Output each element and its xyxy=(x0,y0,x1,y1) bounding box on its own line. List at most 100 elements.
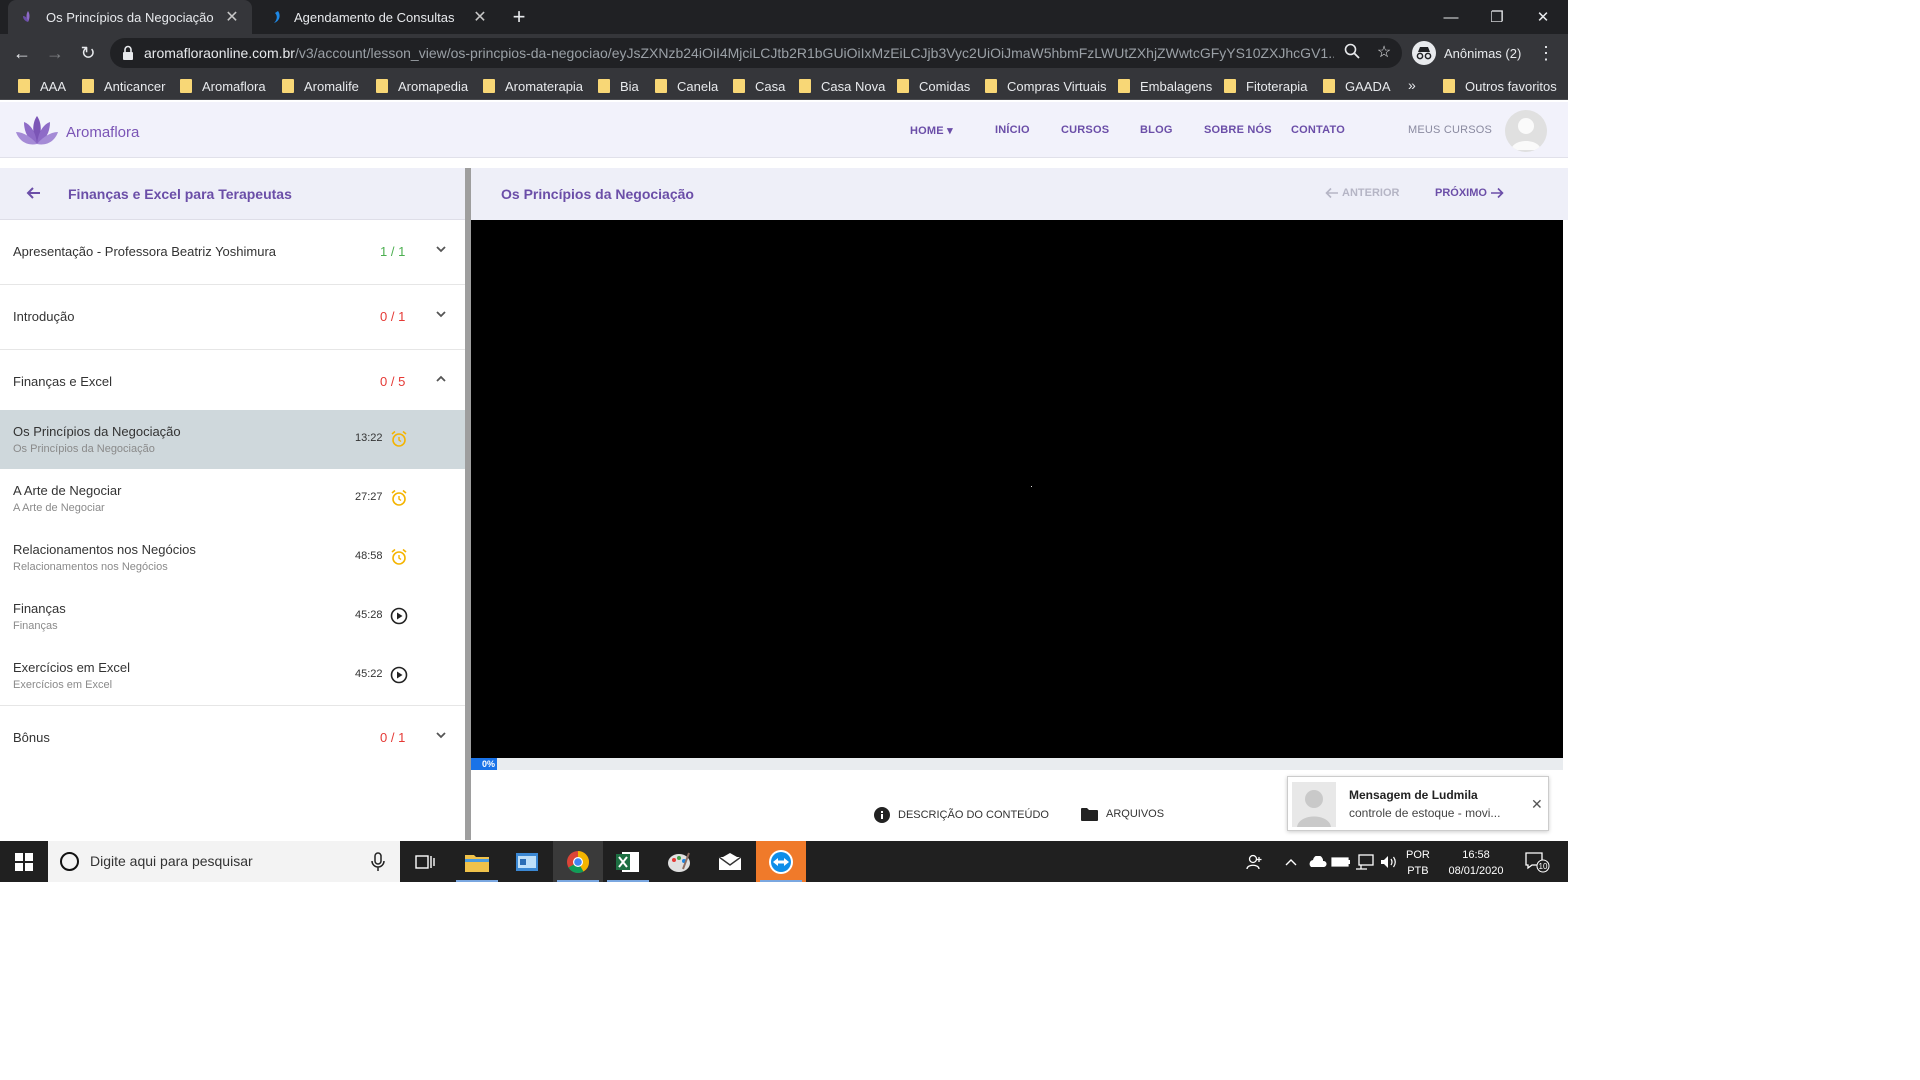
address-bar[interactable]: aromafloraonline.com.br/v3/account/lesso… xyxy=(110,38,1402,68)
bookmark-folder[interactable]: Canela xyxy=(655,77,718,95)
section-introducao[interactable]: Introdução 0 / 1 xyxy=(0,285,466,350)
lesson-title: A Arte de Negociar xyxy=(13,483,122,498)
chevron-down-icon[interactable] xyxy=(434,242,450,258)
new-tab-button[interactable]: + xyxy=(506,4,532,30)
bookmark-folder[interactable]: AAA xyxy=(18,77,66,95)
bookmark-folder[interactable]: Aromaterapia xyxy=(483,77,583,95)
message-notification[interactable]: Mensagem de Ludmila controle de estoque … xyxy=(1287,776,1549,831)
browser-tab[interactable]: Agendamento de Consultas ✕ xyxy=(256,0,500,34)
section-financas-excel[interactable]: Finanças e Excel 0 / 5 xyxy=(0,350,466,410)
close-icon[interactable]: ✕ xyxy=(1531,796,1543,813)
bookmark-folder[interactable]: Aromaflora xyxy=(180,77,266,95)
file-explorer-icon[interactable] xyxy=(452,841,502,882)
user-avatar[interactable] xyxy=(1505,110,1547,152)
tab-content-description[interactable]: DESCRIÇÃO DO CONTEÚDO xyxy=(874,807,1049,823)
excel-icon[interactable] xyxy=(603,841,653,882)
onedrive-icon[interactable] xyxy=(1306,841,1328,882)
input-language-indicator[interactable]: POR PTB xyxy=(1406,847,1430,879)
bookmark-folder[interactable]: Compras Virtuais xyxy=(985,77,1106,95)
tab-files[interactable]: ARQUIVOS xyxy=(1081,807,1164,821)
close-tab-icon[interactable]: ✕ xyxy=(224,7,240,27)
folder-icon xyxy=(180,79,192,93)
site-logo[interactable]: Aromaflora xyxy=(14,114,139,150)
microphone-icon[interactable] xyxy=(370,852,386,872)
nav-meus-cursos[interactable]: MEUS CURSOS xyxy=(1408,124,1492,136)
bookmark-folder[interactable]: Anticancer xyxy=(82,77,165,95)
lesson-item[interactable]: Finanças Finanças 45:28 xyxy=(0,587,466,646)
lesson-item[interactable]: A Arte de Negociar A Arte de Negociar 27… xyxy=(0,469,466,528)
nav-cursos[interactable]: CURSOS xyxy=(1061,124,1109,136)
chevron-up-icon[interactable] xyxy=(434,372,450,388)
zoom-icon[interactable] xyxy=(1342,43,1362,63)
notification-message: controle de estoque - movi... xyxy=(1349,806,1501,820)
bookmark-folder[interactable]: Embalagens xyxy=(1118,77,1212,95)
video-player[interactable] xyxy=(471,220,1563,758)
bookmark-folder[interactable]: Aromapedia xyxy=(376,77,468,95)
bookmark-folder[interactable]: Casa xyxy=(733,77,785,95)
back-arrow-icon[interactable] xyxy=(24,183,44,203)
next-button[interactable]: PRÓXIMO xyxy=(1435,187,1504,199)
battery-icon[interactable] xyxy=(1330,841,1352,882)
people-icon[interactable] xyxy=(1244,841,1266,882)
back-icon[interactable]: ← xyxy=(8,39,36,67)
volume-icon[interactable] xyxy=(1378,841,1400,882)
bookmark-folder[interactable]: Casa Nova xyxy=(799,77,885,95)
close-tab-icon[interactable]: ✕ xyxy=(472,7,488,27)
chevron-down-icon[interactable] xyxy=(434,728,450,744)
taskbar-clock[interactable]: 16:58 08/01/2020 xyxy=(1443,847,1509,879)
section-label: Finanças e Excel xyxy=(13,374,112,389)
mail-icon[interactable] xyxy=(705,841,755,882)
action-center-icon[interactable]: 10 xyxy=(1522,841,1552,882)
close-window-icon[interactable]: ✕ xyxy=(1520,0,1566,34)
lesson-item[interactable]: Os Princípios da Negociação Os Princípio… xyxy=(0,410,466,469)
section-label: Introdução xyxy=(13,309,75,324)
other-bookmarks-folder[interactable]: Outros favoritos xyxy=(1443,77,1557,95)
bookmark-star-icon[interactable]: ☆ xyxy=(1374,43,1394,63)
bookmark-folder[interactable]: Comidas xyxy=(897,77,970,95)
forward-icon[interactable]: → xyxy=(41,39,69,67)
lock-icon xyxy=(122,45,138,61)
chevron-down-icon[interactable] xyxy=(434,307,450,323)
incognito-profile-button[interactable]: Anônimas (2) xyxy=(1412,39,1521,67)
browser-menu-icon[interactable]: ⋮ xyxy=(1536,39,1556,67)
nav-home-dropdown[interactable]: HOME ▾ xyxy=(910,124,953,137)
lesson-header: Os Princípios da Negociação ANTERIOR PRÓ… xyxy=(471,168,1568,220)
app-favicon-icon xyxy=(268,9,284,25)
minimize-icon[interactable]: — xyxy=(1428,0,1474,34)
windows-start-icon[interactable] xyxy=(0,841,48,882)
previous-button[interactable]: ANTERIOR xyxy=(1325,187,1399,199)
restore-icon[interactable]: ❐ xyxy=(1474,0,1520,34)
paint-icon[interactable] xyxy=(654,841,704,882)
nav-contato[interactable]: CONTATO xyxy=(1291,124,1345,136)
teamviewer-icon[interactable] xyxy=(756,841,806,882)
clock-time: 16:58 xyxy=(1462,849,1490,861)
reload-icon[interactable]: ↻ xyxy=(74,39,102,67)
bookmarks-overflow-button[interactable]: » xyxy=(1408,77,1416,93)
chrome-icon[interactable] xyxy=(553,841,603,882)
bookmark-folder[interactable]: GAADA xyxy=(1323,77,1391,95)
lesson-item[interactable]: Relacionamentos nos Negócios Relacioname… xyxy=(0,528,466,587)
bookmark-folder[interactable]: Fitoterapia xyxy=(1224,77,1307,95)
bookmark-folder[interactable]: Aromalife xyxy=(282,77,359,95)
lesson-item[interactable]: Exercícios em Excel Exercícios em Excel … xyxy=(0,646,466,705)
section-apresentacao[interactable]: Apresentação - Professora Beatriz Yoshim… xyxy=(0,220,466,285)
bookmark-folder[interactable]: Bia xyxy=(598,77,639,95)
task-view-icon[interactable] xyxy=(400,841,450,882)
nav-inicio[interactable]: INÍCIO xyxy=(995,124,1030,136)
folder-icon xyxy=(897,79,909,93)
lesson-duration: 45:28 xyxy=(355,609,383,621)
folder-icon xyxy=(376,79,388,93)
taskbar-search-box[interactable]: Digite aqui para pesquisar xyxy=(48,841,400,882)
bookmarks-bar: AAA Anticancer Aromaflora Aromalife Arom… xyxy=(0,72,1568,100)
play-circle-icon[interactable] xyxy=(390,666,408,684)
control-panel-icon[interactable] xyxy=(502,841,552,882)
section-bonus[interactable]: Bônus 0 / 1 xyxy=(0,705,466,770)
tray-chevron-up-icon[interactable] xyxy=(1282,841,1300,882)
course-sidebar: Finanças e Excel para Terapeutas Apresen… xyxy=(0,168,466,840)
nav-sobre-nos[interactable]: SOBRE NÓS xyxy=(1204,124,1272,136)
nav-blog[interactable]: BLOG xyxy=(1140,124,1173,136)
browser-tab-active[interactable]: Os Princípios da Negociação ✕ xyxy=(8,0,252,34)
play-circle-icon[interactable] xyxy=(390,607,408,625)
folder-icon xyxy=(799,79,811,93)
network-icon[interactable] xyxy=(1354,841,1376,882)
